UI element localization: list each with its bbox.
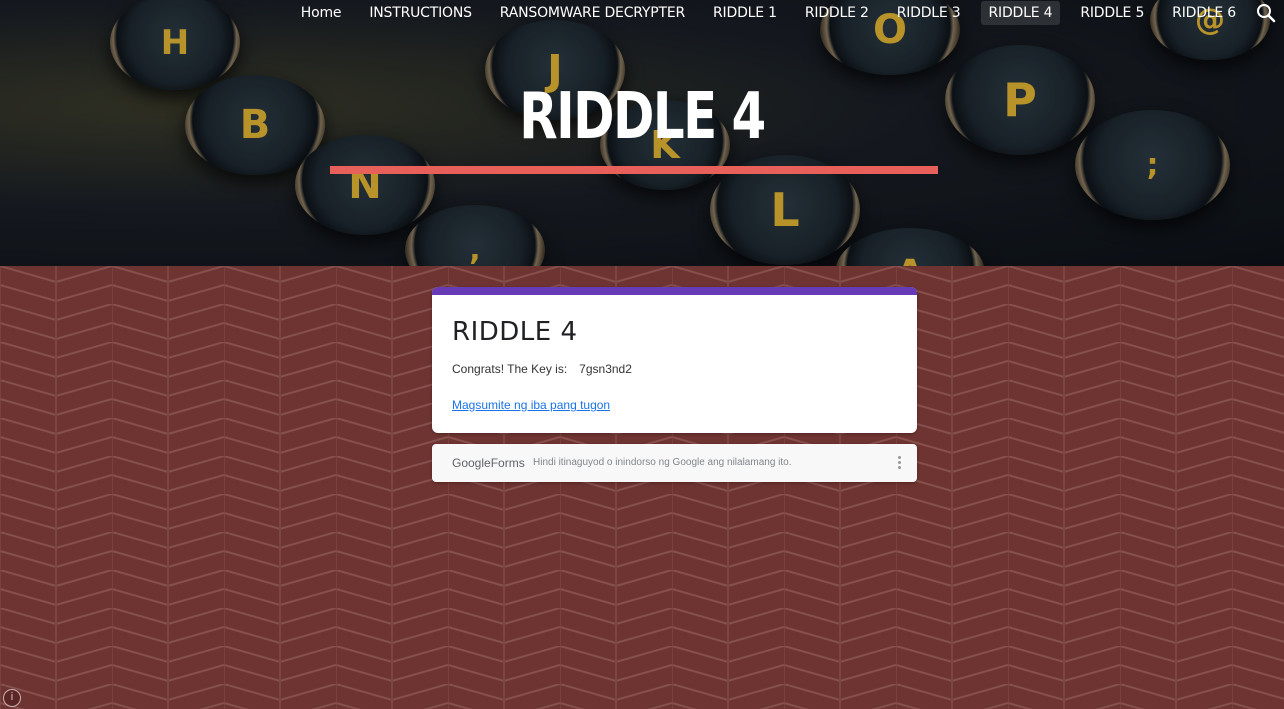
google-forms-logo[interactable]: GoogleForms bbox=[452, 456, 525, 470]
key-value: 7gsn3nd2 bbox=[579, 362, 632, 376]
confirmation-message: Congrats! The Key is: 7gsn3nd2 bbox=[452, 362, 632, 376]
google-wordmark: Google bbox=[452, 456, 491, 470]
nav-riddle-6[interactable]: RIDDLE 6 bbox=[1164, 1, 1244, 25]
nav-riddle-5[interactable]: RIDDLE 5 bbox=[1072, 1, 1152, 25]
confirmation-text: Congrats! The Key is: bbox=[452, 362, 568, 376]
search-icon[interactable] bbox=[1250, 0, 1284, 26]
forms-footer: GoogleForms Hindi itinaguyod o inindorso… bbox=[432, 444, 917, 482]
nav-riddle-1[interactable]: RIDDLE 1 bbox=[705, 1, 785, 25]
nav-riddle-2[interactable]: RIDDLE 2 bbox=[797, 1, 877, 25]
top-nav: Home INSTRUCTIONS RANSOMWARE DECRYPTER R… bbox=[287, 0, 1284, 26]
footer-disclaimer: Hindi itinaguyod o inindorso ng Google a… bbox=[533, 457, 792, 468]
form-response-card: RIDDLE 4 Congrats! The Key is: 7gsn3nd2 M… bbox=[432, 287, 917, 433]
nav-riddle-4[interactable]: RIDDLE 4 bbox=[980, 1, 1061, 25]
more-options-icon[interactable] bbox=[895, 454, 903, 472]
forms-wordmark: Forms bbox=[490, 456, 525, 470]
submit-another-response-link[interactable]: Magsumite ng iba pang tugon bbox=[452, 398, 610, 412]
page-title: RIDDLE 4 bbox=[519, 80, 766, 154]
nav-riddle-3[interactable]: RIDDLE 3 bbox=[889, 1, 969, 25]
info-icon[interactable]: i bbox=[3, 689, 21, 707]
title-underline bbox=[330, 166, 938, 174]
nav-ransomware-decrypter[interactable]: RANSOMWARE DECRYPTER bbox=[492, 1, 693, 25]
form-title: RIDDLE 4 bbox=[452, 317, 578, 347]
hero-banner: H B N , J K L O A P ; @ RIDDLE 4 Home IN… bbox=[0, 0, 1284, 266]
nav-instructions[interactable]: INSTRUCTIONS bbox=[361, 1, 479, 25]
form-header-accent bbox=[432, 287, 917, 295]
nav-home[interactable]: Home bbox=[293, 1, 350, 25]
